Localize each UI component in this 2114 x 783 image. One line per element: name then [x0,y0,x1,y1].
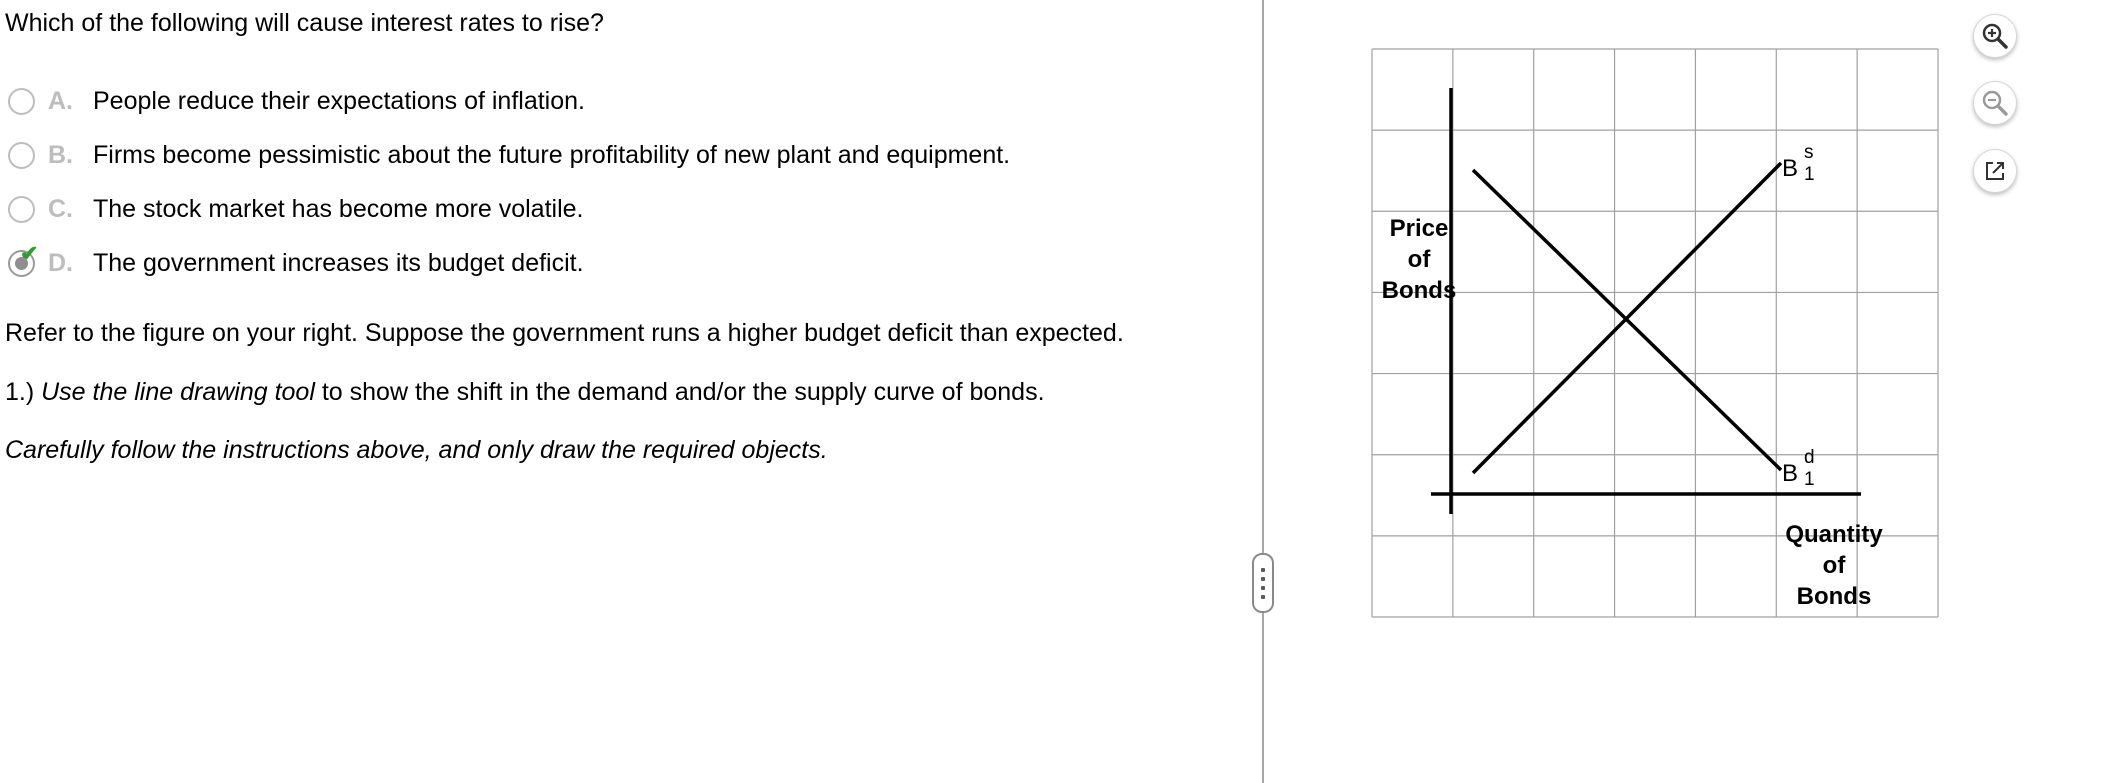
choice-b-text: Firms become pessimistic about the futur… [93,140,1011,169]
splitter-dot [1261,594,1265,599]
y-axis-label-line: of [1407,246,1431,273]
x-axis-label-line: Bonds [1796,583,1872,610]
demand-curve-label-sub: 1 [1804,469,1815,490]
instruction-line-2-italic: Use the line drawing tool [41,378,315,406]
supply-curve-label: B s 1 [1782,143,1815,184]
splitter-dot [1261,567,1265,572]
zoom-out-icon [1982,90,2008,116]
graph-canvas[interactable]: Price of Bonds Quantity of Bonds B s 1 B… [1371,48,1939,618]
zoom-in-icon [1982,23,2008,49]
x-axis-label-line: Quantity [1785,521,1883,548]
demand-curve-label: B d 1 [1782,448,1815,489]
splitter-handle[interactable] [1252,553,1274,613]
choice-a-text: People reduce their expectations of infl… [93,86,585,115]
page: Which of the following will cause intere… [0,0,2114,783]
instruction-line-2-suffix: to show the shift in the demand and/or t… [314,378,1045,406]
zoom-out-button[interactable] [1973,81,2017,125]
instruction-line-3-italic: Carefully follow the instructions above,… [5,436,828,464]
y-axis-label: Price of Bonds [1379,213,1459,306]
demand-curve-label-sup: d [1804,447,1815,468]
choice-a[interactable]: A. People reduce their expectations of i… [8,83,585,119]
choice-c-text: The stock market has become more volatil… [93,194,584,223]
zoom-in-button[interactable] [1973,14,2017,58]
choice-d-letter: D. [48,248,73,277]
x-axis-label-line: of [1822,552,1846,579]
splitter-dot [1261,576,1265,581]
instruction-line-2: 1.) Use the line drawing tool to show th… [5,378,1045,407]
choice-c-radio[interactable] [8,195,35,223]
splitter-dot [1261,585,1265,590]
popout-icon [1986,162,2004,180]
choice-b[interactable]: B. Firms become pessimistic about the fu… [8,137,1010,173]
choice-d-radio[interactable]: ✔ [8,242,38,277]
instruction-line-3: Carefully follow the instructions above,… [5,436,828,465]
choice-c-letter: C. [48,194,73,223]
correct-check-icon: ✔ [20,240,39,266]
popout-button[interactable] [1973,149,2017,193]
question-pane: Which of the following will cause intere… [0,0,1255,783]
supply-curve-label-base: B [1782,155,1799,182]
choice-a-radio[interactable] [8,87,35,115]
choice-b-radio[interactable] [8,141,35,169]
supply-curve-label-sub: 1 [1804,164,1815,185]
supply-curve-label-sup: s [1804,142,1814,163]
choice-a-letter: A. [48,86,73,115]
choice-d[interactable]: ✔ D. The government increases its budget… [8,242,584,281]
instruction-line-1: Refer to the figure on your right. Suppo… [5,319,1124,347]
choice-d-text: The government increases its budget defi… [93,248,584,277]
choice-b-letter: B. [48,140,73,169]
demand-curve-label-base: B [1782,460,1799,487]
instruction-line-2-prefix: 1.) [5,378,42,406]
question-prompt: Which of the following will cause intere… [5,9,604,37]
y-axis-label-line: Price [1389,215,1449,242]
x-axis-label: Quantity of Bonds [1774,519,1894,612]
pane-divider [1262,0,1264,783]
y-axis-label-line: Bonds [1381,277,1457,304]
choice-c[interactable]: C. The stock market has become more vola… [8,191,583,227]
